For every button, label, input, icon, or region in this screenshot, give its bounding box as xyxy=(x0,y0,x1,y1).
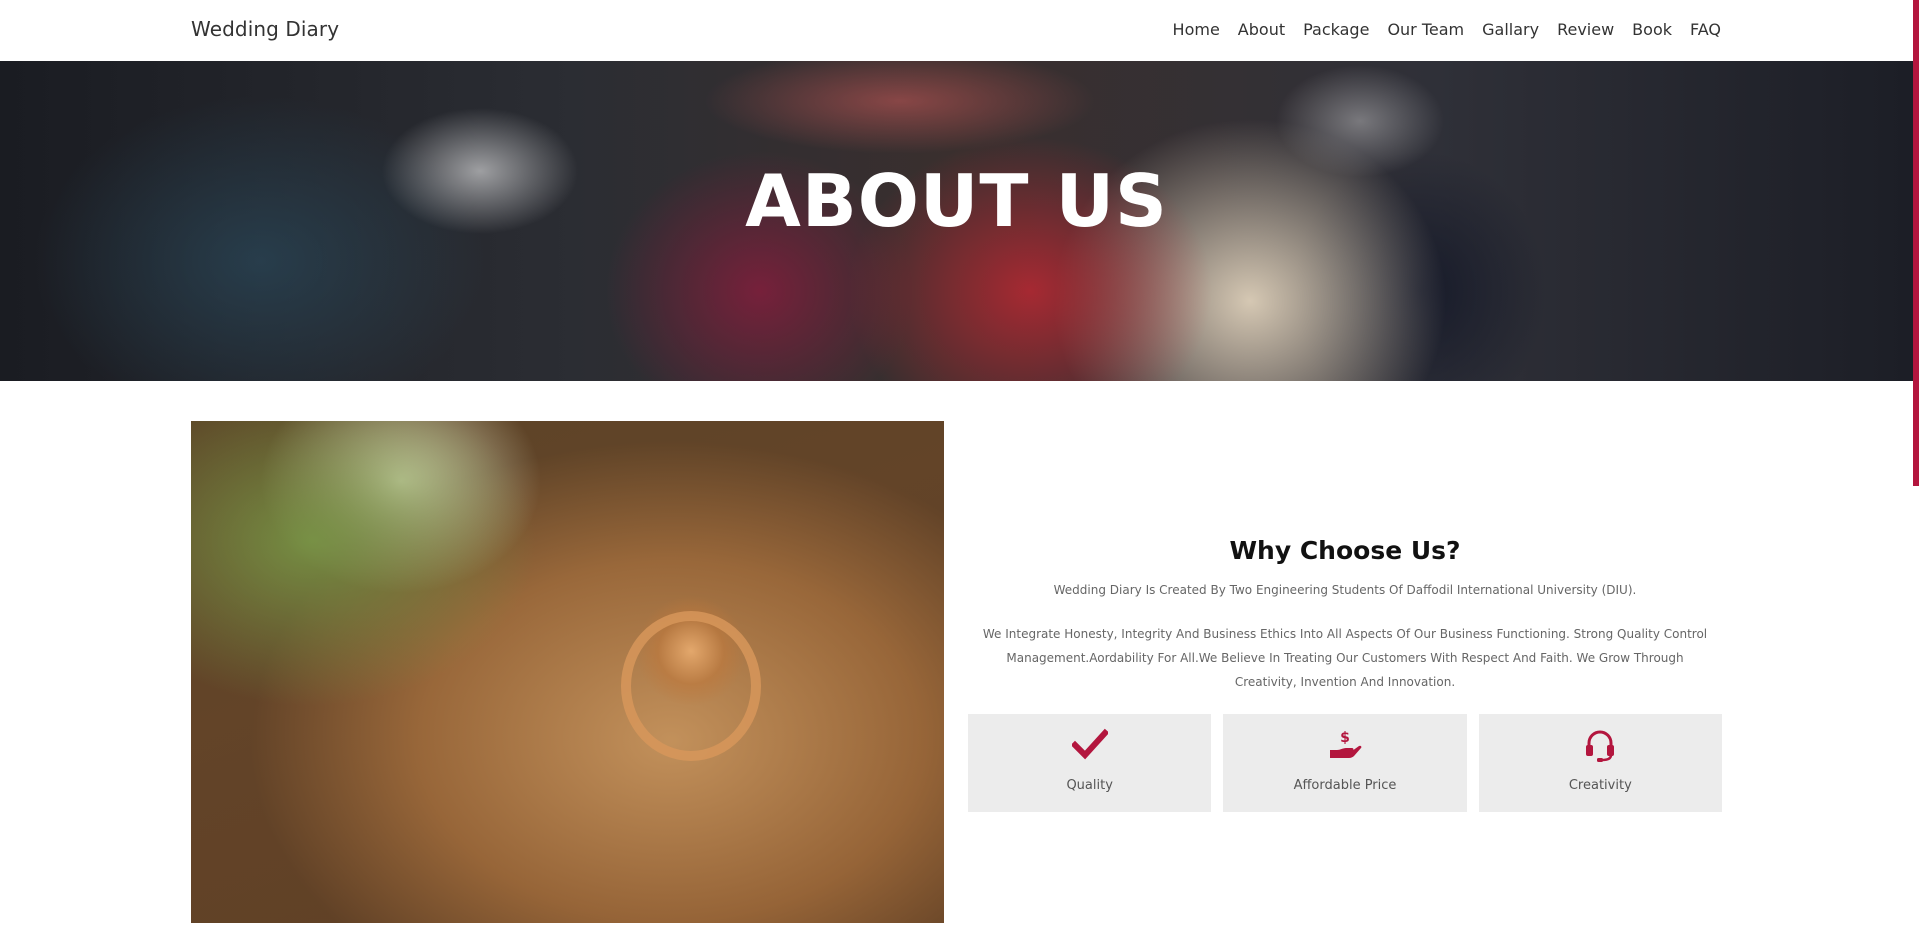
page-scrollbar[interactable] xyxy=(1913,0,1919,486)
feature-card-affordable-price[interactable]: $ Affordable Price xyxy=(1223,714,1467,812)
nav-book[interactable]: Book xyxy=(1632,20,1672,39)
brand-logo[interactable]: Wedding Diary xyxy=(191,17,339,41)
nav-our-team[interactable]: Our Team xyxy=(1387,20,1464,39)
svg-text:$: $ xyxy=(1340,730,1350,746)
ring-shape xyxy=(621,611,761,761)
nav-gallary[interactable]: Gallary xyxy=(1482,20,1539,39)
feature-card-creativity[interactable]: Creativity xyxy=(1478,714,1722,812)
nav-package[interactable]: Package xyxy=(1303,20,1369,39)
feature-label: Affordable Price xyxy=(1293,778,1397,793)
hand-dollar-icon: $ xyxy=(1329,730,1362,758)
about-paragraph-2: We Integrate Honesty, Integrity And Busi… xyxy=(982,627,1708,689)
nav-faq[interactable]: FAQ xyxy=(1690,20,1721,39)
about-paragraph-1: Wedding Diary Is Created By Two Engineer… xyxy=(1053,583,1637,597)
nav-home[interactable]: Home xyxy=(1173,20,1220,39)
wedding-ring-photo xyxy=(191,421,944,923)
why-choose-us-heading: Why Choose Us? xyxy=(1229,536,1461,565)
main-nav: Home About Package Our Team Gallary Revi… xyxy=(1173,20,1721,39)
feature-label: Quality xyxy=(1066,778,1113,793)
hero-banner: ABOUT US xyxy=(0,61,1913,381)
hero-title: ABOUT US xyxy=(745,159,1168,243)
feature-cards: Quality $ Affordable Price Creativity xyxy=(968,714,1722,812)
check-icon xyxy=(1071,728,1108,760)
headset-icon xyxy=(1586,730,1615,762)
feature-card-quality[interactable]: Quality xyxy=(968,714,1212,812)
nav-about[interactable]: About xyxy=(1238,20,1285,39)
nav-review[interactable]: Review xyxy=(1557,20,1614,39)
feature-label: Creativity xyxy=(1568,778,1632,793)
site-header: Wedding Diary Home About Package Our Tea… xyxy=(0,0,1919,61)
